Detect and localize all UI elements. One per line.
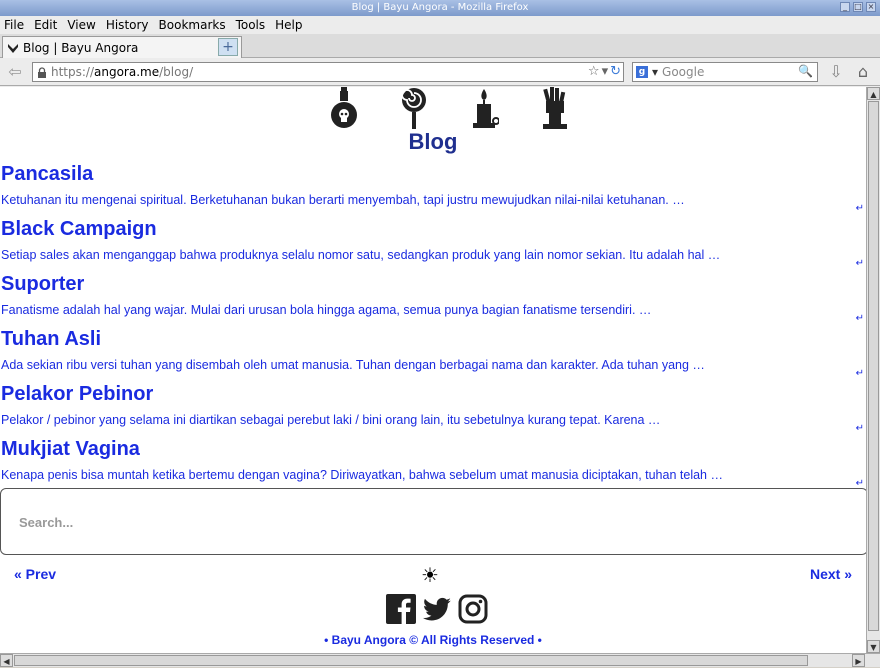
navigation-bar: ⇦ https://angora.me/blog/ ☆ ▾ ↻ g ▾ Goog… bbox=[0, 58, 880, 86]
window-controls: _ □ × bbox=[840, 2, 876, 12]
page-content: Blog Pancasila Ketuhanan itu mengenai sp… bbox=[0, 87, 866, 653]
lollipop-icon[interactable] bbox=[399, 87, 429, 129]
vertical-scroll-thumb[interactable] bbox=[868, 101, 879, 631]
theme-toggle-icon[interactable]: ☀ bbox=[421, 563, 439, 588]
vertical-scrollbar[interactable]: ▲ ▼ bbox=[866, 87, 880, 653]
page-title: Blog bbox=[408, 129, 458, 154]
scroll-down-button[interactable]: ▼ bbox=[867, 640, 880, 653]
url-host: angora.me bbox=[94, 65, 160, 79]
post-excerpt: Pelakor / pebinor yang selama ini diarti… bbox=[1, 413, 661, 427]
reload-icon[interactable]: ↻ bbox=[610, 64, 621, 79]
facebook-icon[interactable] bbox=[386, 594, 416, 624]
next-page-link[interactable]: Next » bbox=[810, 566, 852, 582]
post-excerpt: Ketuhanan itu mengenai spiritual. Berket… bbox=[1, 193, 685, 207]
post-item: Black Campaign Setiap sales akan mengang… bbox=[0, 218, 866, 273]
post-excerpt: Fanatisme adalah hal yang wajar. Mulai d… bbox=[1, 303, 652, 317]
post-title-link[interactable]: Mukjiat Vagina bbox=[1, 438, 140, 461]
minimize-button[interactable]: _ bbox=[840, 2, 850, 12]
new-tab-button[interactable]: + bbox=[218, 38, 238, 56]
post-item: Tuhan Asli Ada sekian ribu versi tuhan y… bbox=[0, 328, 866, 383]
close-button[interactable]: × bbox=[866, 2, 876, 12]
post-excerpt: Kenapa penis bisa muntah ketika bertemu … bbox=[1, 468, 723, 482]
site-search-box bbox=[0, 488, 866, 555]
download-icon[interactable]: ⇩ bbox=[826, 62, 846, 82]
menu-file[interactable]: File bbox=[4, 18, 24, 32]
menu-help[interactable]: Help bbox=[275, 18, 302, 32]
menu-history[interactable]: History bbox=[106, 18, 149, 32]
scroll-up-button[interactable]: ▲ bbox=[867, 87, 880, 100]
prev-page-link[interactable]: « Prev bbox=[14, 566, 56, 582]
post-excerpt: Ada sekian ribu versi tuhan yang disemba… bbox=[1, 358, 705, 372]
menu-tools[interactable]: Tools bbox=[236, 18, 266, 32]
post-excerpt: Setiap sales akan menganggap bahwa produ… bbox=[1, 248, 721, 262]
zombie-hand-icon[interactable] bbox=[539, 87, 569, 129]
post-item: Pancasila Ketuhanan itu mengenai spiritu… bbox=[0, 163, 866, 218]
candle-icon[interactable] bbox=[469, 87, 499, 129]
post-item: Suporter Fanatisme adalah hal yang wajar… bbox=[0, 273, 866, 328]
window-title: Blog | Bayu Angora - Mozilla Firefox bbox=[351, 2, 529, 13]
maximize-button[interactable]: □ bbox=[853, 2, 863, 12]
post-title-link[interactable]: Tuhan Asli bbox=[1, 328, 101, 351]
read-more-icon[interactable]: ↵ bbox=[856, 203, 864, 214]
header-icons bbox=[0, 87, 866, 131]
back-button[interactable]: ⇦ bbox=[4, 62, 26, 82]
menu-bookmarks[interactable]: Bookmarks bbox=[159, 18, 226, 32]
menu-view[interactable]: View bbox=[67, 18, 95, 32]
scroll-left-button[interactable]: ◀ bbox=[0, 654, 13, 667]
potion-skull-icon[interactable] bbox=[329, 87, 359, 129]
url-path: /blog/ bbox=[159, 65, 194, 79]
lock-icon bbox=[38, 66, 46, 78]
url-scheme: https:// bbox=[51, 65, 95, 79]
search-engine-dropdown-icon[interactable]: ▾ bbox=[652, 65, 658, 79]
tab-blog[interactable]: Blog | Bayu Angora bbox=[2, 36, 242, 58]
title-bar: Blog | Bayu Angora - Mozilla Firefox _ □… bbox=[0, 0, 880, 16]
menu-bar: File Edit View History Bookmarks Tools H… bbox=[0, 16, 880, 34]
browser-window: Blog | Bayu Angora - Mozilla Firefox _ □… bbox=[0, 0, 880, 667]
horizontal-scroll-thumb[interactable] bbox=[14, 655, 808, 666]
site-favicon-icon bbox=[8, 43, 18, 53]
post-title-link[interactable]: Pelakor Pebinor bbox=[1, 383, 153, 406]
url-dropdown-icon[interactable]: ▾ bbox=[602, 64, 609, 79]
scroll-right-button[interactable]: ▶ bbox=[852, 654, 865, 667]
post-title-link[interactable]: Suporter bbox=[1, 273, 84, 296]
instagram-icon[interactable] bbox=[458, 594, 488, 624]
search-icon[interactable]: 🔍 bbox=[798, 64, 813, 78]
post-title-link[interactable]: Black Campaign bbox=[1, 218, 157, 241]
tab-bar: Blog | Bayu Angora + bbox=[0, 34, 880, 58]
tab-label: Blog | Bayu Angora bbox=[23, 40, 139, 55]
horizontal-scrollbar[interactable]: ◀ ▶ bbox=[0, 653, 880, 667]
social-links bbox=[0, 594, 866, 624]
bookmark-star-icon[interactable]: ☆ bbox=[588, 64, 600, 79]
read-more-icon[interactable]: ↵ bbox=[856, 368, 864, 379]
footer-copyright: • Bayu Angora © All Rights Reserved • bbox=[324, 633, 542, 647]
search-engine-placeholder: Google bbox=[662, 65, 705, 79]
post-title-link[interactable]: Pancasila bbox=[1, 163, 93, 186]
read-more-icon[interactable]: ↵ bbox=[856, 423, 864, 434]
home-icon[interactable]: ⌂ bbox=[852, 62, 874, 82]
read-more-icon[interactable]: ↵ bbox=[856, 258, 864, 269]
twitter-icon[interactable] bbox=[422, 594, 452, 624]
url-bar[interactable]: https://angora.me/blog/ ☆ ▾ ↻ bbox=[32, 62, 624, 82]
post-item: Pelakor Pebinor Pelakor / pebinor yang s… bbox=[0, 383, 866, 438]
menu-edit[interactable]: Edit bbox=[34, 18, 57, 32]
post-item: Mukjiat Vagina Kenapa penis bisa muntah … bbox=[0, 438, 866, 493]
search-bar[interactable]: g ▾ Google 🔍 bbox=[632, 62, 818, 82]
search-engine-icon[interactable]: g bbox=[636, 66, 648, 78]
site-search-input[interactable] bbox=[19, 515, 619, 530]
read-more-icon[interactable]: ↵ bbox=[856, 313, 864, 324]
